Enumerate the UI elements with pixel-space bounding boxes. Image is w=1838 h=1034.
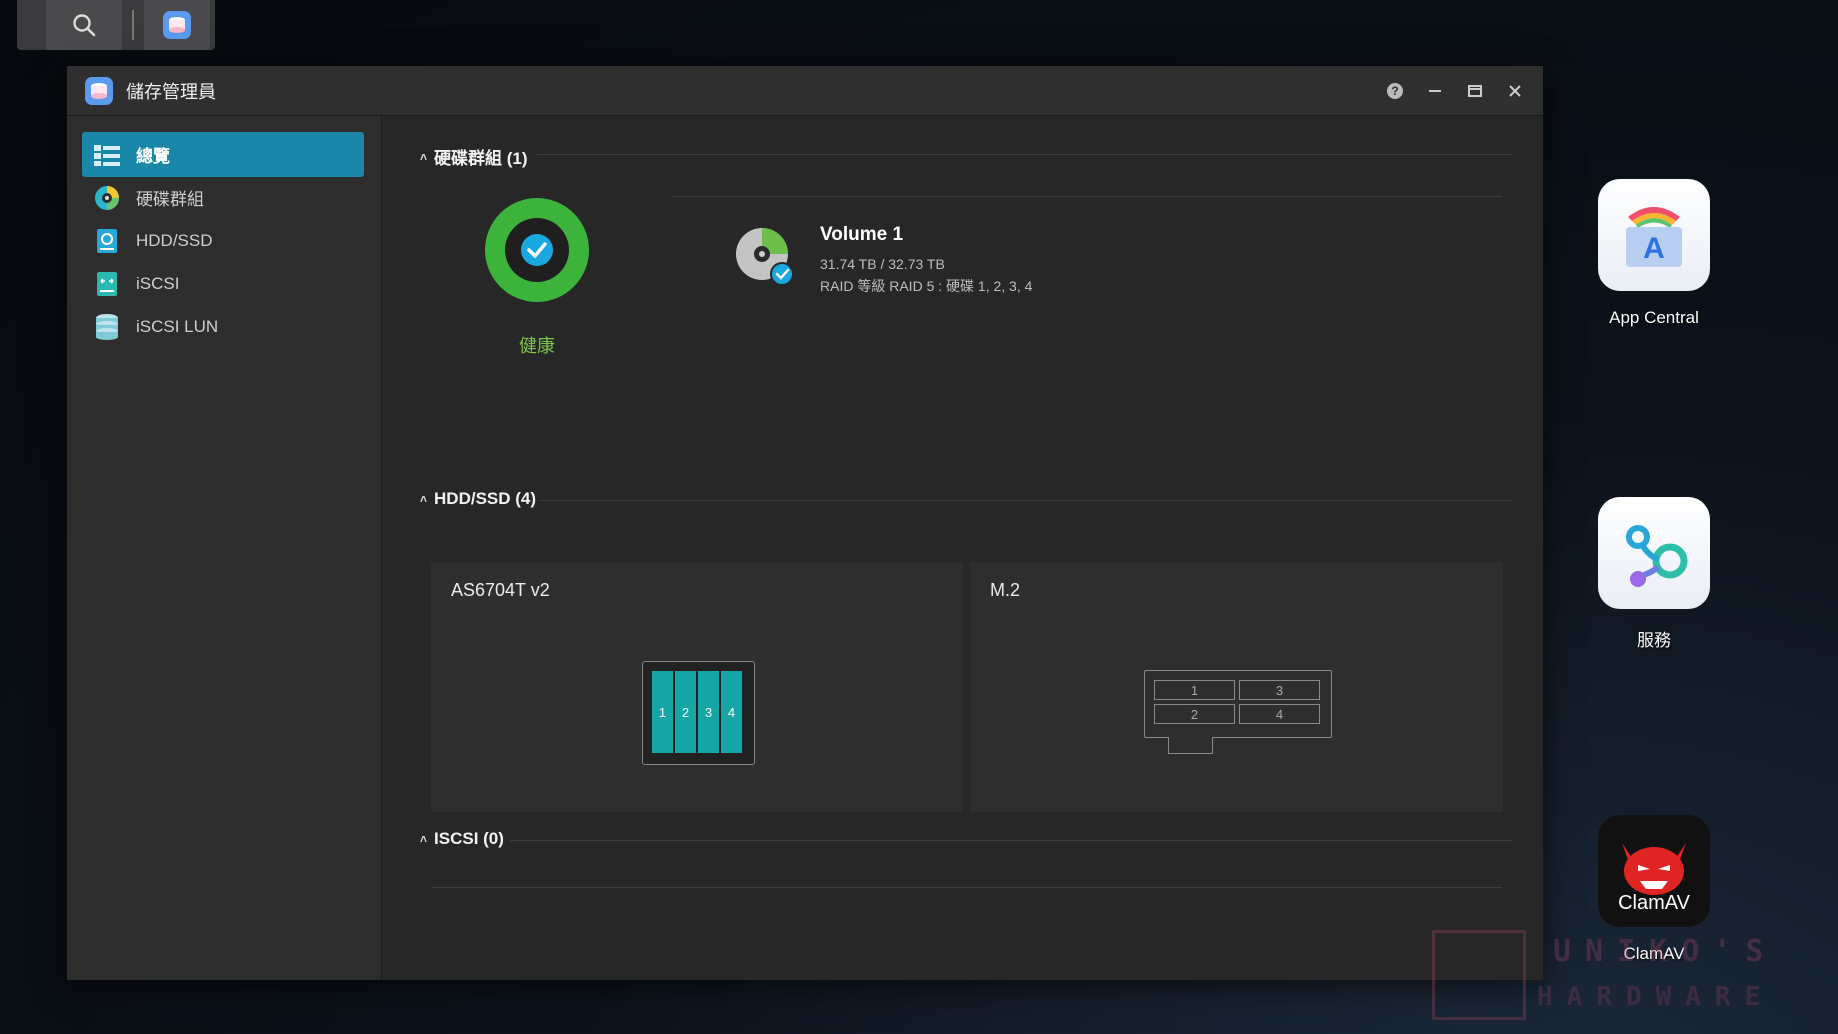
- drive-bay[interactable]: 3: [698, 671, 719, 753]
- drive-bays: 1 2 3 4: [642, 661, 755, 765]
- enclosure-card-m2[interactable]: M.2 1 3 2 4: [970, 562, 1503, 812]
- sidebar-item-volumes[interactable]: 硬碟群組: [82, 175, 364, 220]
- chevron-up-icon: ˄: [420, 492, 428, 506]
- section-title: 硬碟群組 (1): [434, 149, 528, 168]
- section-divider: [540, 500, 1512, 501]
- app-central-icon: A: [1598, 179, 1710, 291]
- volume-capacity: 31.74 TB / 32.73 TB: [820, 256, 945, 272]
- svg-text:A: A: [1643, 232, 1665, 265]
- search-button[interactable]: [46, 0, 122, 50]
- window-title: 儲存管理員: [126, 81, 216, 102]
- m2-slot[interactable]: 2: [1154, 704, 1235, 724]
- section-divider: [510, 840, 1512, 841]
- sidebar-item-iscsi-lun[interactable]: iSCSI LUN: [82, 304, 364, 349]
- section-header-iscsi[interactable]: ˄ ISCSI (0): [420, 829, 504, 849]
- maximize-icon: [1468, 84, 1482, 97]
- disk-icon: [92, 226, 122, 256]
- enclosure-name: M.2: [990, 580, 1021, 600]
- volume-raid-info: RAID 等級 RAID 5 : 硬碟 1, 2, 3, 4: [820, 278, 1033, 294]
- m2-slot[interactable]: 4: [1239, 704, 1320, 724]
- health-status: 健康: [519, 336, 555, 356]
- desktop-services[interactable]: 服務: [1582, 497, 1726, 651]
- chevron-up-icon: ˄: [420, 149, 428, 164]
- drive-bay[interactable]: 2: [675, 671, 696, 753]
- volume-disk-icon[interactable]: [734, 226, 796, 288]
- sidebar-item-label: 總覽: [136, 147, 170, 166]
- storage-manager-window: 儲存管理員 ? 總覽 硬碟群組 HDD/SSD iSCSI iSCSI LUN: [67, 66, 1543, 980]
- services-icon: [1598, 497, 1710, 609]
- maximize-button[interactable]: [1465, 81, 1485, 101]
- main-content: ˄ 硬碟群組 (1) 健康 Volume 1 31.74 TB / 32.73 …: [382, 116, 1543, 980]
- watermark-logo: [1432, 930, 1526, 1020]
- overview-icon: [92, 140, 122, 170]
- drive-bay[interactable]: 4: [721, 671, 742, 753]
- storage-manager-icon: [163, 11, 191, 39]
- svg-text:ClamAV: ClamAV: [1618, 892, 1691, 914]
- minimize-icon: [1429, 89, 1441, 92]
- sidebar-item-iscsi[interactable]: iSCSI: [82, 261, 364, 306]
- desktop-label: 服務: [1637, 631, 1671, 650]
- m2-slot[interactable]: 3: [1239, 680, 1320, 700]
- taskbar: [17, 0, 215, 50]
- volume-name[interactable]: Volume 1: [820, 224, 903, 246]
- m2-slot[interactable]: 1: [1154, 680, 1235, 700]
- taskbar-storage-manager[interactable]: [144, 0, 210, 50]
- sidebar-item-label: 硬碟群組: [136, 190, 204, 209]
- section-divider: [537, 154, 1512, 155]
- iscsi-lun-icon: [92, 312, 122, 342]
- help-button[interactable]: ?: [1385, 81, 1405, 101]
- volume-icon: [92, 183, 122, 213]
- enclosure-name: AS6704T v2: [451, 580, 550, 600]
- sidebar: 總覽 硬碟群組 HDD/SSD iSCSI iSCSI LUN: [67, 116, 382, 980]
- sidebar-item-overview[interactable]: 總覽: [82, 132, 364, 177]
- health-indicator: [485, 198, 589, 302]
- check-icon: [521, 234, 553, 266]
- svg-text:?: ?: [1391, 84, 1398, 98]
- taskbar-separator: [132, 10, 134, 40]
- watermark-text: UNIKO'S: [1553, 934, 1778, 969]
- sidebar-item-label: iSCSI: [136, 273, 180, 293]
- close-icon: [1509, 84, 1521, 97]
- help-icon: ?: [1387, 82, 1403, 99]
- chevron-up-icon: ˄: [420, 832, 428, 846]
- clamav-icon: ClamAV: [1598, 815, 1710, 927]
- sidebar-item-hdd-ssd[interactable]: HDD/SSD: [82, 218, 364, 263]
- iscsi-divider: [431, 887, 1502, 888]
- drive-bay[interactable]: 1: [652, 671, 673, 753]
- sidebar-item-label: iSCSI LUN: [136, 316, 219, 336]
- m2-connector: [1168, 737, 1213, 754]
- storage-manager-icon: [85, 76, 113, 105]
- section-title: ISCSI (0): [434, 829, 504, 848]
- close-button[interactable]: [1505, 81, 1525, 101]
- sidebar-item-label: HDD/SSD: [136, 230, 213, 250]
- search-icon: [73, 14, 96, 37]
- section-header-volumes[interactable]: ˄ 硬碟群組 (1): [420, 144, 528, 169]
- watermark-text: HARDWARE: [1537, 982, 1775, 1012]
- minimize-button[interactable]: [1425, 81, 1445, 101]
- iscsi-icon: [92, 269, 122, 299]
- m2-board: 1 3 2 4: [1144, 670, 1332, 754]
- section-title: HDD/SSD (4): [434, 489, 537, 508]
- desktop-app-central[interactable]: A App Central: [1582, 179, 1726, 328]
- title-bar[interactable]: 儲存管理員 ?: [67, 66, 1543, 116]
- volume-divider: [672, 196, 1502, 197]
- section-header-hdd-ssd[interactable]: ˄ HDD/SSD (4): [420, 489, 536, 509]
- desktop-label: App Central: [1609, 308, 1699, 327]
- enclosure-card-nas[interactable]: AS6704T v2 1 2 3 4: [431, 562, 963, 812]
